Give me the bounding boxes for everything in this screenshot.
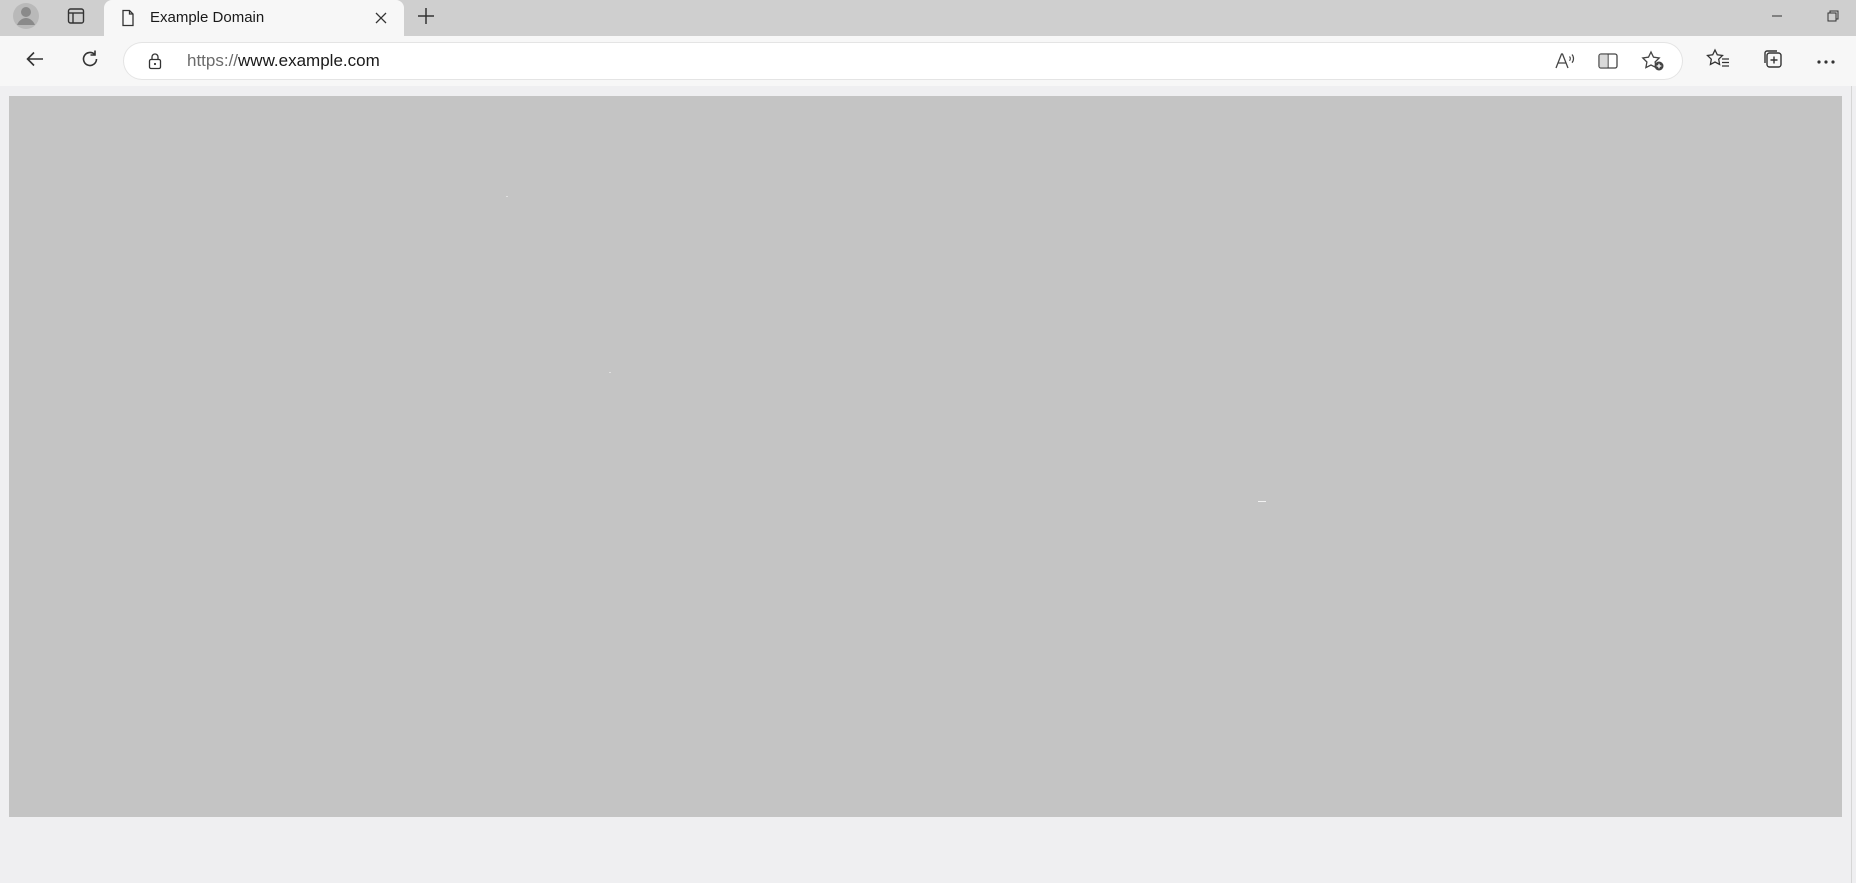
add-favorite-icon[interactable] — [1640, 50, 1666, 72]
tab-strip: Example Domain — [0, 0, 1856, 36]
page-document-icon — [119, 9, 137, 27]
tab-title: Example Domain — [150, 9, 265, 26]
refresh-button[interactable] — [72, 44, 108, 78]
address-bar[interactable]: https://www.example.com — [124, 43, 1682, 79]
lock-icon[interactable] — [146, 52, 164, 70]
read-aloud-icon[interactable] — [1552, 50, 1578, 72]
tab-actions-button[interactable] — [60, 3, 92, 33]
profile-button[interactable] — [10, 1, 42, 36]
plus-icon — [416, 6, 436, 31]
new-tab-button[interactable] — [410, 4, 442, 32]
collections-icon — [1762, 48, 1784, 75]
render-artifact — [609, 372, 611, 373]
minimize-button[interactable] — [1754, 0, 1800, 36]
back-button[interactable] — [17, 44, 53, 78]
split-screen-icon[interactable] — [1595, 50, 1621, 72]
minimize-icon — [1771, 9, 1783, 27]
browser-toolbar: https://www.example.com — [0, 36, 1856, 86]
refresh-icon — [80, 49, 100, 74]
render-artifact — [506, 196, 508, 197]
favorites-icon — [1706, 47, 1730, 75]
more-button[interactable] — [1808, 44, 1844, 78]
profile-avatar-icon — [11, 1, 41, 36]
tab-actions-icon — [67, 7, 85, 30]
viewport-edge — [1851, 86, 1852, 883]
url-text[interactable]: https://www.example.com — [187, 52, 380, 70]
render-artifact — [1258, 501, 1266, 502]
collections-button[interactable] — [1755, 44, 1791, 78]
active-tab[interactable]: Example Domain — [104, 0, 404, 36]
more-icon — [1816, 52, 1836, 70]
url-scheme: https:// — [187, 51, 239, 70]
back-arrow-icon — [25, 49, 45, 74]
blank-page-content — [9, 96, 1842, 817]
favorites-button[interactable] — [1700, 44, 1736, 78]
restore-button[interactable] — [1810, 0, 1856, 36]
url-host: www.example.com — [238, 51, 380, 70]
close-icon[interactable] — [372, 9, 390, 27]
restore-icon — [1827, 9, 1839, 27]
